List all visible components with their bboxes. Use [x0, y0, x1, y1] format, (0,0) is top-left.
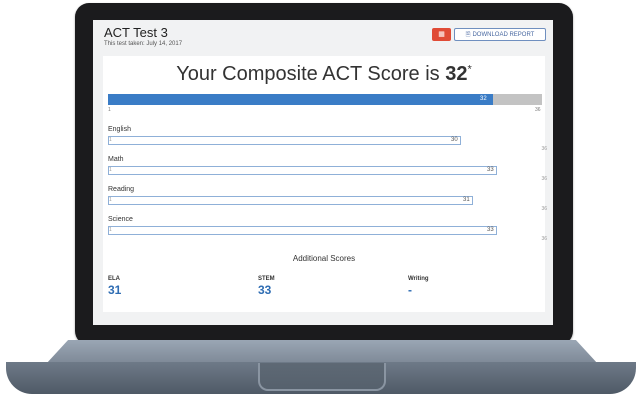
subject-max-label: 36: [541, 176, 547, 182]
subject-score-value: 33: [487, 227, 494, 233]
subject-min-label: 1: [109, 227, 112, 233]
subject-score-value: 30: [451, 137, 458, 143]
composite-score: 32: [445, 63, 468, 85]
subject-bar-track: 31: [108, 196, 534, 206]
report-header: ACT Test 3 This test taken: July 14, 201…: [104, 25, 183, 48]
additional-score-label: ELA: [108, 276, 120, 282]
additional-scores-title: Additional Scores: [292, 254, 356, 263]
additional-score-stem: STEM 33: [258, 276, 275, 297]
composite-bar-fill: [108, 94, 493, 105]
additional-score-label: Writing: [408, 276, 429, 282]
subject-bar-fill: [108, 136, 461, 145]
subject-row-science: Science 33 1 36: [108, 216, 547, 244]
composite-prefix: Your Composite ACT Score is: [176, 63, 446, 85]
additional-score-writing: Writing -: [408, 276, 429, 297]
subject-score-value: 31: [463, 197, 470, 203]
score-panel: Your Composite ACT Score is 32* 32 1 36 …: [103, 56, 547, 312]
laptop-screen: ACT Test 3 This test taken: July 14, 201…: [93, 20, 553, 325]
additional-score-label: STEM: [258, 276, 275, 282]
document-icon: 🗎: [465, 31, 471, 38]
subject-bar-fill: [108, 196, 473, 205]
download-report-label: DOWNLOAD REPORT: [472, 31, 535, 38]
subject-row-math: Math 33 1 36: [108, 156, 547, 184]
subject-max-label: 36: [541, 206, 547, 212]
composite-score-heading: Your Composite ACT Score is 32*: [103, 63, 545, 86]
subject-row-reading: Reading 31 1 36: [108, 186, 547, 214]
subject-max-label: 36: [541, 146, 547, 152]
composite-max-label: 36: [535, 107, 541, 113]
composite-asterisk: *: [467, 63, 472, 76]
subject-min-label: 1: [109, 197, 112, 203]
subject-name: Math: [108, 156, 124, 163]
subject-bar-track: 33: [108, 226, 534, 236]
download-report-button[interactable]: 🗎 DOWNLOAD REPORT: [454, 28, 546, 41]
composite-bar-value: 32: [480, 96, 487, 102]
laptop-trackpad-notch: [258, 363, 386, 391]
subject-name: Reading: [108, 186, 135, 193]
subject-name: English: [108, 126, 131, 133]
test-date: This test taken: July 14, 2017: [104, 41, 183, 47]
subject-bar-track: 33: [108, 166, 534, 176]
subject-max-label: 36: [541, 236, 547, 242]
bar-chart-icon: ▦: [438, 31, 445, 38]
subject-min-label: 1: [109, 137, 112, 143]
composite-bar-track: 32: [108, 94, 542, 105]
additional-score-value: -: [408, 283, 412, 297]
subject-bar-fill: [108, 226, 497, 235]
subject-bar-track: 30: [108, 136, 534, 146]
composite-min-label: 1: [108, 107, 111, 113]
additional-score-ela: ELA 31: [108, 276, 121, 297]
laptop-keyboard-deck: [46, 340, 598, 364]
additional-score-value: 31: [108, 283, 122, 297]
subject-score-value: 33: [487, 167, 494, 173]
additional-score-value: 33: [258, 283, 272, 297]
test-title: ACT Test 3: [104, 25, 168, 40]
subject-bar-fill: [108, 166, 497, 175]
chart-view-button[interactable]: ▦: [432, 28, 451, 41]
subject-min-label: 1: [109, 167, 112, 173]
subject-row-english: English 30 1 36: [108, 126, 547, 154]
subject-name: Science: [108, 216, 133, 223]
